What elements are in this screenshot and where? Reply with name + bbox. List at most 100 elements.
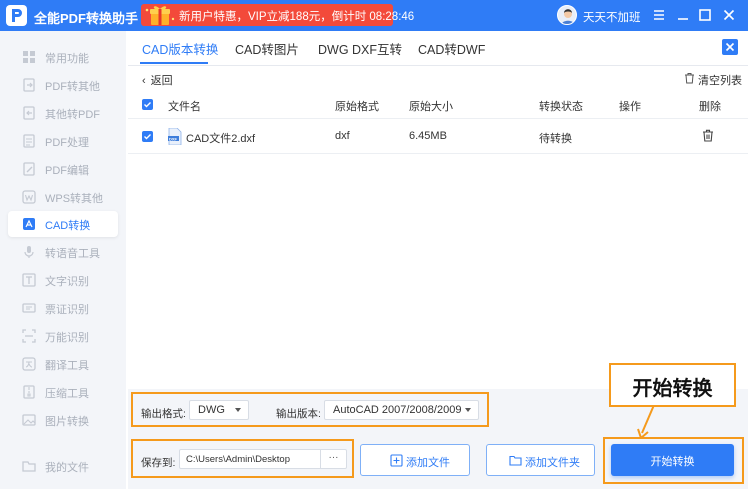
trash-icon [685,73,694,84]
select-all-checkbox[interactable] [142,99,153,110]
sidebar-item-other-to-pdf[interactable]: 其他转PDF [8,100,118,126]
pdf-process-icon [23,134,35,148]
file-name: CAD文件2.dxf [186,133,256,145]
add-folder-button[interactable]: 添加文件夹 [486,444,595,476]
tab-cad-to-dwf[interactable]: CAD转DWF [418,39,485,58]
sidebar-item-ocr[interactable]: 文字识别 [8,267,118,293]
chevron-left-icon: ‹ [142,75,146,87]
sidebar-item-pdf-to-other[interactable]: PDF转其他 [8,72,118,98]
pdf-export-icon [23,78,35,92]
ocr-icon [22,273,36,287]
back-link[interactable]: ‹ 返回 [142,72,173,88]
sidebar-item-label: 图片转换 [45,416,89,428]
promo-text: 新用户特惠，VIP立减188元，倒计时 08:28:46 [179,11,415,23]
cad-icon [23,218,35,230]
sidebar-item-label: PDF转其他 [45,81,100,93]
header-delete: 删除 [699,101,721,113]
sidebar-item-label: 万能识别 [45,332,89,344]
menu-icon[interactable] [651,7,667,23]
add-file-icon [390,454,403,467]
clear-list-label: 清空列表 [698,75,742,87]
annotation-box-save-path [131,439,354,478]
sidebar-item-pdf-process[interactable]: PDF处理 [8,128,118,154]
sidebar-item-pdf-edit[interactable]: PDF编辑 [8,156,118,182]
sidebar-item-label: 常用功能 [45,53,89,65]
table-header: 文件名 原始格式 原始大小 转换状态 操作 删除 [128,91,748,119]
translate-icon [22,357,36,371]
sidebar-item-label: WPS转其他 [45,193,104,205]
delete-icon[interactable] [702,129,714,145]
compress-icon [23,385,35,399]
sidebar-item-common[interactable]: 常用功能 [8,44,118,70]
sidebar-item-label: PDF编辑 [45,165,89,177]
close-icon[interactable] [721,7,737,23]
divider [128,65,748,66]
header-size: 原始大小 [409,101,453,113]
file-format: dxf [335,130,350,142]
annotation-callout: 开始转换 [609,363,736,407]
annotation-box-start-button [603,437,744,484]
sidebar-item-scan[interactable]: 万能识别 [8,323,118,349]
sidebar-item-label: 我的文件 [45,462,89,474]
tab-bar: CAD版本转换 CAD转图片 DWG DXF互转 CAD转DWF [128,31,748,65]
folder-icon [22,461,36,472]
sidebar-item-cad[interactable]: CAD转换 [8,211,118,237]
folder-icon [509,455,522,466]
scan-icon [22,329,36,343]
header-format: 原始格式 [335,101,379,113]
add-file-button[interactable]: 添加文件 [360,444,470,476]
ticket-icon [22,303,36,313]
title-bar: 全能PDF转换助手 新用户特惠，VIP立减188元，倒计时 08:28:46 天… [0,0,748,31]
username[interactable]: 天天不加班 [583,9,641,25]
sidebar-item-label: 压缩工具 [45,388,89,400]
sidebar-item-label: 其他转PDF [45,109,100,121]
close-panel-icon[interactable] [722,39,738,55]
gift-icon [143,4,177,26]
grid-icon [23,51,35,63]
pdf-import-icon [23,106,35,120]
sidebar-item-label: 文字识别 [45,276,89,288]
svg-text:DXF: DXF [169,136,178,141]
maximize-icon[interactable] [697,7,713,23]
sidebar-item-label: 翻译工具 [45,360,89,372]
annotation-box-output-options [131,392,489,427]
row-checkbox[interactable] [142,131,153,142]
header-action: 操作 [619,101,641,113]
sidebar-item-voice[interactable]: 转语音工具 [8,239,118,265]
wps-icon [22,190,36,204]
file-status: 待转换 [539,133,572,145]
logo-icon [6,5,27,26]
pdf-edit-icon [23,162,35,176]
add-folder-label: 添加文件夹 [525,457,580,469]
image-icon [22,414,36,426]
clear-list-button[interactable]: 清空列表 [684,72,742,88]
sidebar-item-ticket[interactable]: 票证识别 [8,295,118,321]
tab-dwg-dxf[interactable]: DWG DXF互转 [318,39,402,58]
avatar[interactable] [557,5,577,25]
sidebar-item-image[interactable]: 图片转换 [8,407,118,433]
sidebar-item-wps[interactable]: WPS转其他 [8,184,118,210]
sidebar-item-my-files[interactable]: 我的文件 [8,453,118,479]
sidebar-item-label: CAD转换 [45,220,91,232]
sidebar: 常用功能 PDF转其他 其他转PDF PDF处理 PDF编辑 WPS转其他 CA… [0,31,126,489]
header-status: 转换状态 [539,101,583,113]
promo-banner[interactable]: 新用户特惠，VIP立减188元，倒计时 08:28:46 [141,4,414,26]
arrow-icon [637,405,655,439]
callout-text: 开始转换 [632,378,713,400]
sidebar-item-label: PDF处理 [45,137,89,149]
app-title: 全能PDF转换助手 [34,11,139,26]
voice-icon [24,246,34,258]
tab-cad-version[interactable]: CAD版本转换 [142,39,218,58]
back-label: 返回 [150,75,173,87]
add-file-label: 添加文件 [406,457,450,469]
file-size: 6.45MB [409,130,447,142]
sidebar-item-label: 转语音工具 [45,248,100,260]
sidebar-item-compress[interactable]: 压缩工具 [8,379,118,405]
sidebar-item-translate[interactable]: 翻译工具 [8,351,118,377]
dxf-file-icon: DXF [168,128,182,145]
header-filename: 文件名 [168,101,201,113]
tab-cad-to-image[interactable]: CAD转图片 [235,39,299,58]
tab-underline [140,62,208,64]
minimize-icon[interactable] [675,7,691,23]
table-row[interactable]: DXF CAD文件2.dxf dxf 6.45MB 待转换 [128,120,748,154]
